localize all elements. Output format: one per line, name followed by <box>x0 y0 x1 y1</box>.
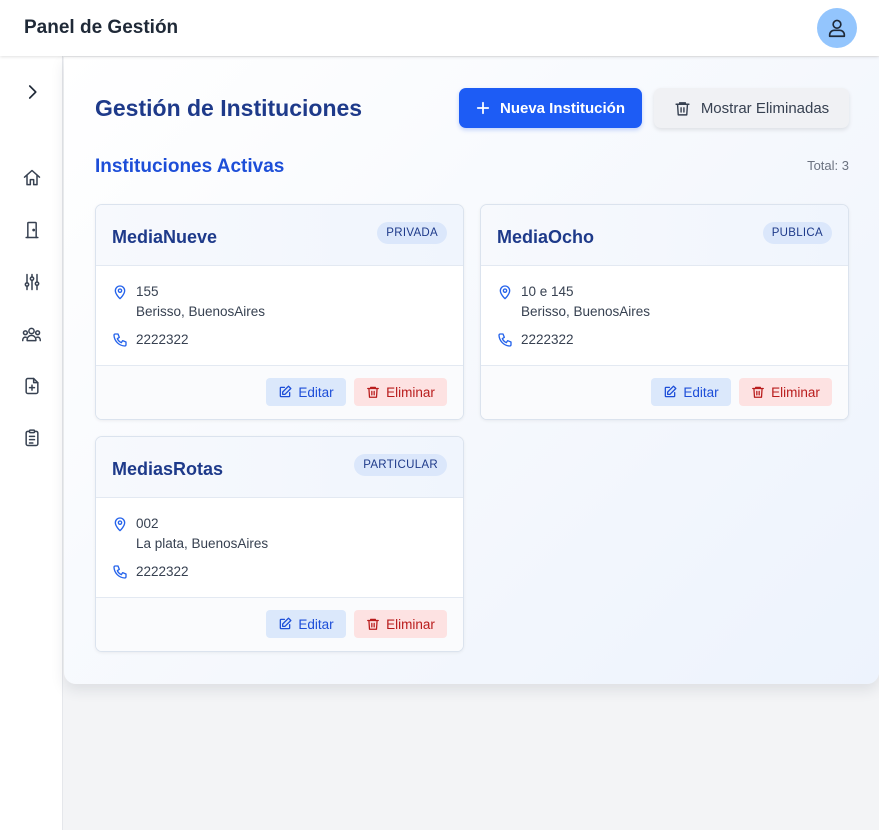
page-title: Gestión de Instituciones <box>95 95 363 121</box>
edit-icon <box>280 617 292 630</box>
institution-type-badge: PUBLICA <box>762 222 832 244</box>
institution-address: 10 e 145 <box>521 284 574 299</box>
edit-icon <box>665 385 677 398</box>
institution-address: 002 <box>136 516 159 531</box>
sidebar-item-settings[interactable] <box>0 262 63 302</box>
card-header: MediaOcho PUBLICA <box>481 205 848 266</box>
phone-icon <box>498 333 512 347</box>
delete-button[interactable]: Eliminar <box>354 610 447 638</box>
edit-button[interactable]: Editar <box>266 378 346 406</box>
card-body: 002 La plata, BuenosAires 2222322 <box>96 498 463 598</box>
delete-label: Eliminar <box>771 384 820 400</box>
edit-button[interactable]: Editar <box>651 378 731 406</box>
card-body: 10 e 145 Berisso, BuenosAires 2222322 <box>481 266 848 366</box>
card-header: MediaNueve PRIVADA <box>96 205 463 266</box>
clipboard-list-icon <box>24 429 39 447</box>
delete-button[interactable]: Eliminar <box>354 378 447 406</box>
sliders-icon <box>24 273 39 291</box>
door-icon <box>24 221 39 239</box>
card-footer: Editar Eliminar <box>96 598 463 651</box>
top-bar: Panel de Gestión <box>0 0 879 56</box>
institution-type-badge: PARTICULAR <box>354 454 447 476</box>
institution-city: Berisso, BuenosAires <box>521 304 651 319</box>
institution-card: MediaOcho PUBLICA 10 e 145 Berisso, Buen… <box>480 204 849 420</box>
new-institution-label: Nueva Institución <box>499 99 626 117</box>
edit-icon <box>280 385 292 398</box>
new-institution-button[interactable]: Nueva Institución <box>459 88 642 128</box>
sidebar-item-rooms[interactable] <box>0 210 63 250</box>
delete-label: Eliminar <box>386 616 435 632</box>
plus-icon <box>476 101 490 115</box>
app-title: Panel de Gestión <box>24 17 179 38</box>
edit-label: Editar <box>683 384 719 400</box>
trash-icon <box>367 386 380 398</box>
trash-icon <box>675 101 690 116</box>
show-deleted-label: Mostrar Eliminadas <box>700 99 830 117</box>
card-footer: Editar Eliminar <box>481 366 848 419</box>
institution-phone: 2222322 <box>521 332 574 347</box>
institution-address: 155 <box>136 284 159 299</box>
trash-icon <box>367 618 380 630</box>
avatar[interactable] <box>817 8 857 48</box>
institution-city: La plata, BuenosAires <box>136 536 269 551</box>
chevron-right-icon <box>28 85 37 99</box>
institution-phone: 2222322 <box>136 564 189 579</box>
delete-button[interactable]: Eliminar <box>739 378 832 406</box>
institution-name: MediaOcho <box>497 227 595 247</box>
phone-icon <box>113 565 127 579</box>
sidebar-item-users[interactable] <box>0 314 63 354</box>
trash-icon <box>752 386 765 398</box>
sidebar-item-new-file[interactable] <box>0 366 63 406</box>
card-footer: Editar Eliminar <box>96 366 463 419</box>
sidebar-item-home[interactable] <box>0 158 63 198</box>
card-header: MediasRotas PARTICULAR <box>96 437 463 498</box>
file-plus-icon <box>24 377 39 395</box>
main-panel: Gestión de Instituciones Nueva Instituci… <box>64 57 879 684</box>
sidebar-toggle-button[interactable] <box>0 72 63 112</box>
card-body: 155 Berisso, BuenosAires 2222322 <box>96 266 463 366</box>
section-title: Instituciones Activas <box>95 156 285 177</box>
sidebar-item-reports[interactable] <box>0 418 63 458</box>
institution-name: MediaNueve <box>112 227 218 247</box>
institution-card: MediasRotas PARTICULAR 002 La plata, Bue… <box>95 436 464 652</box>
institution-city: Berisso, BuenosAires <box>136 304 266 319</box>
total-count: Total: 3 <box>807 158 849 173</box>
map-pin-icon <box>499 285 511 300</box>
delete-label: Eliminar <box>386 384 435 400</box>
edit-button[interactable]: Editar <box>266 610 346 638</box>
home-icon <box>23 169 40 186</box>
map-pin-icon <box>114 517 126 532</box>
edit-label: Editar <box>298 616 334 632</box>
user-icon <box>828 19 846 38</box>
map-pin-icon <box>114 285 126 300</box>
sidebar <box>0 56 63 830</box>
users-icon <box>22 327 41 341</box>
show-deleted-button[interactable]: Mostrar Eliminadas <box>654 88 849 128</box>
institution-type-badge: PRIVADA <box>377 222 447 244</box>
edit-label: Editar <box>298 384 334 400</box>
institution-card: MediaNueve PRIVADA 155 Berisso, BuenosAi… <box>95 204 464 420</box>
institution-name: MediasRotas <box>112 459 224 479</box>
institution-phone: 2222322 <box>136 332 189 347</box>
phone-icon <box>113 333 127 347</box>
